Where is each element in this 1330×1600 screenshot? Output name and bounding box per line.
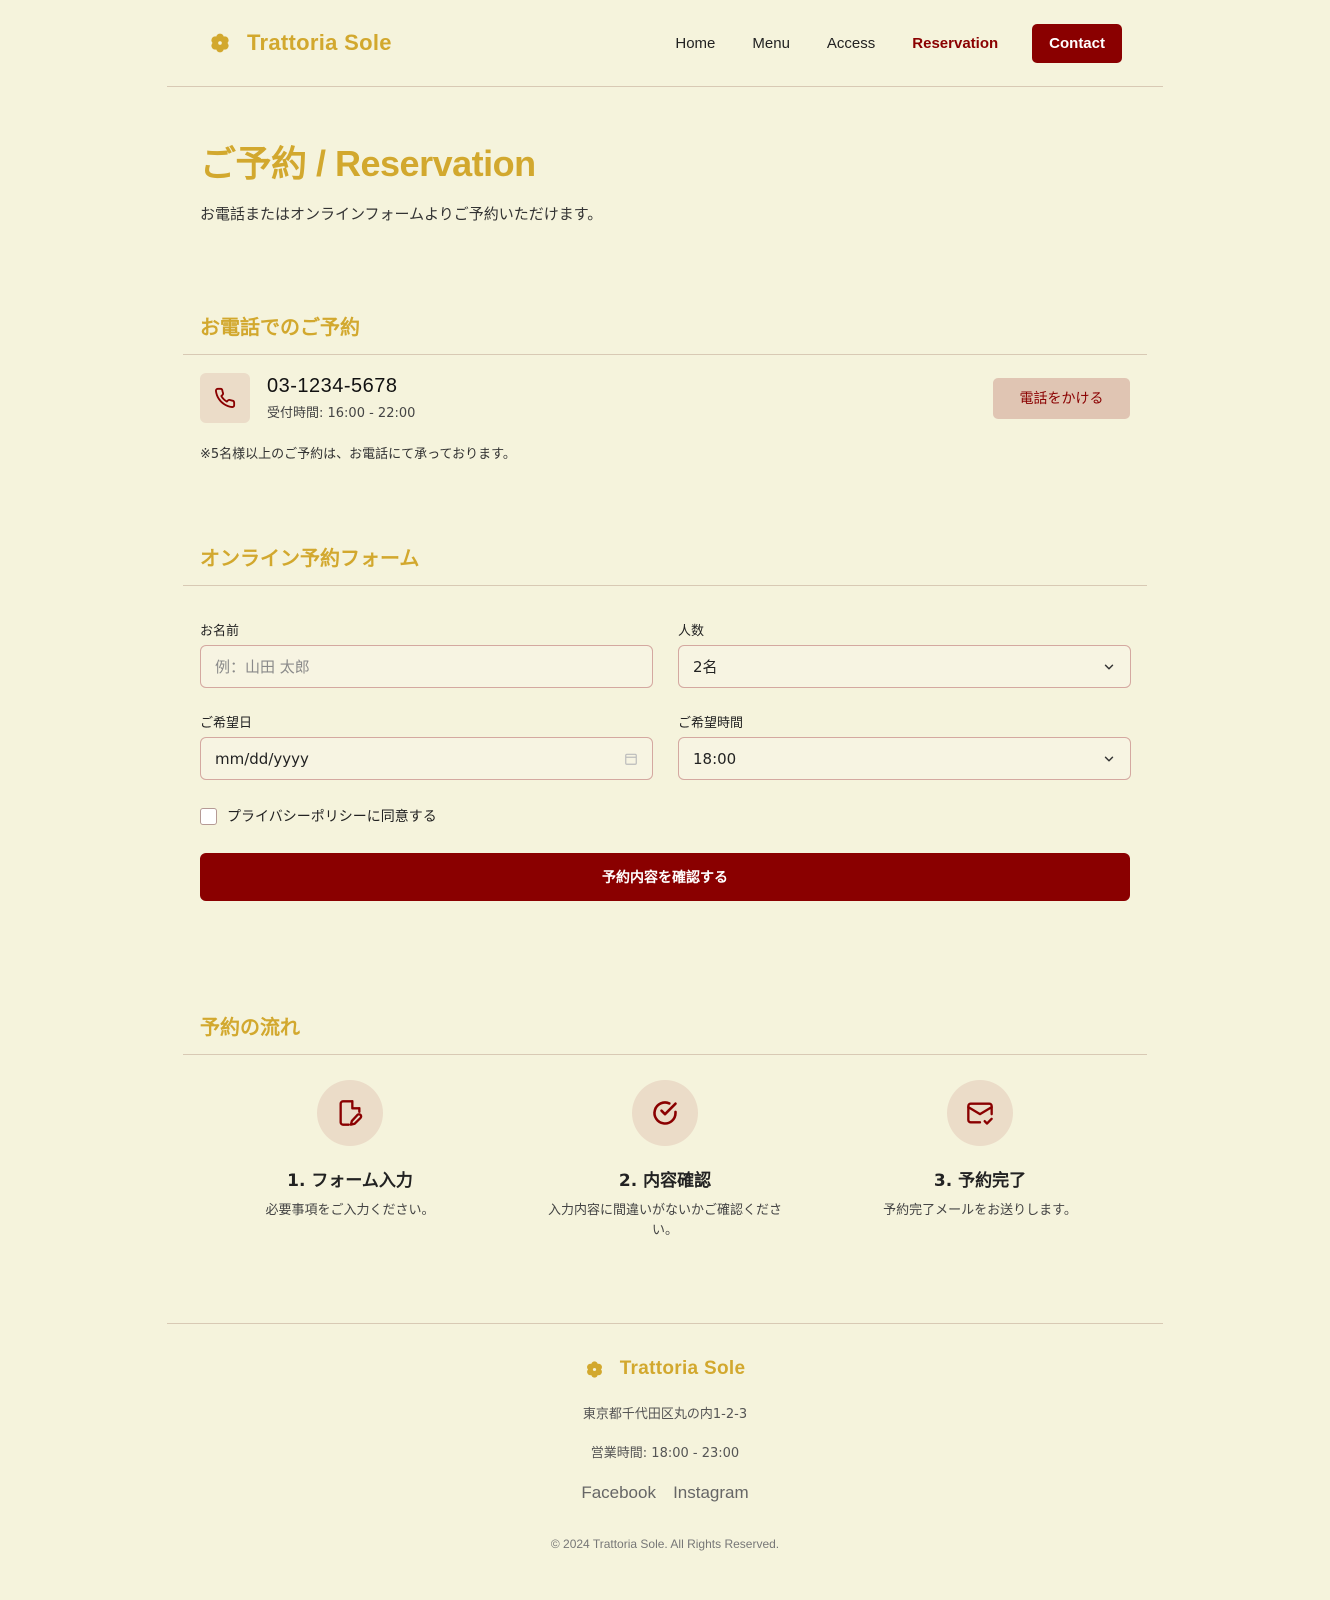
copyright: © 2024 Trattoria Sole. All Rights Reserv… [550,1536,780,1551]
flow-step: 2. 内容確認 入力内容に間違いがないかご確認ください。 [515,1080,815,1241]
phone-note: ※5名様以上のご予約は、お電話にて承っております。 [200,447,516,462]
site-header: Trattoria Sole Home Menu Access Reservat… [167,0,1163,87]
time-select[interactable]: 18:00 [678,737,1131,780]
footer-hours: 営業時間: 18:00 - 23:00 [590,1445,740,1461]
phone-number: 03-1234-5678 [267,375,398,397]
flow-section-title: 予約の流れ [200,1015,300,1039]
step-icon-circle [632,1080,698,1146]
online-reservation-form-section: オンライン予約フォーム お名前 例：山田 太郎 人数 2名 ご希望日 mm/dd… [183,542,1147,901]
step-title: 1. フォーム入力 [287,1171,413,1191]
check-circle-icon [653,1101,677,1125]
nav-menu[interactable]: Menu [752,35,790,52]
flow-steps: 1. フォーム入力 必要事項をご入力ください。 2. 内容確認 入力内容に間違い… [200,1080,1130,1241]
main-content: ご予約 / Reservation お電話またはオンラインフォームよりご予約いた… [167,135,1163,1241]
mail-check-icon [967,1102,993,1125]
guests-label: 人数 [678,624,705,639]
step-desc: 必要事項をご入力ください。 [265,1203,435,1218]
brand-name: Trattoria Sole [247,30,392,55]
time-field-group: ご希望時間 18:00 [678,712,1131,780]
time-label: ご希望時間 [678,716,744,731]
step-desc: 入力内容に間違いがないかご確認ください。 [547,1203,782,1238]
nav-home[interactable]: Home [675,35,715,52]
divider [183,354,1147,355]
divider [183,1054,1147,1055]
date-placeholder: mm/dd/yyyy [215,749,309,768]
step-title: 2. 内容確認 [618,1171,712,1191]
flower-icon [586,1360,602,1378]
flow-step: 3. 予約完了 予約完了メールをお送りします。 [830,1080,1130,1241]
footer-address: 東京都千代田区丸の内1-2-3 [582,1406,748,1422]
name-placeholder: 例：山田 太郎 [215,658,310,676]
instagram-link[interactable]: Instagram [673,1483,749,1502]
privacy-consent-row: プライバシーポリシーに同意する [200,806,1130,826]
date-label: ご希望日 [200,716,253,731]
guests-select[interactable]: 2名 [678,645,1131,688]
flower-icon [211,33,229,53]
date-field-group: ご希望日 mm/dd/yyyy [200,712,653,780]
page-title: ご予約 / Reservation [200,143,536,184]
page-container: Trattoria Sole Home Menu Access Reservat… [167,0,1163,1551]
step-desc: 予約完了メールをお送りします。 [883,1203,1077,1218]
reservation-flow-section: 予約の流れ 1. フォーム入力 必要事項をご入力ください。 2. 内容確認 入力… [183,1011,1147,1241]
step-icon-circle [947,1080,1013,1146]
phone-reservation-section: お電話でのご予約 03-1234-5678 受付時間: 16:00 - 22:0… [183,311,1147,462]
phone-icon [215,387,236,408]
chevron-down-icon [1104,664,1114,669]
privacy-label[interactable]: プライバシーポリシーに同意する [227,806,437,826]
contact-button[interactable]: Contact [1032,23,1122,63]
phone-section-title: お電話でのご予約 [200,315,360,339]
nav-reservation[interactable]: Reservation [912,35,998,52]
date-input[interactable]: mm/dd/yyyy [200,737,653,780]
privacy-checkbox[interactable] [200,807,217,825]
footer-logo: Trattoria Sole [585,1358,746,1380]
site-footer: Trattoria Sole 東京都千代田区丸の内1-2-3 営業時間: 18:… [167,1323,1163,1551]
guests-value: 2名 [693,658,718,676]
nav-access[interactable]: Access [827,35,875,52]
call-button[interactable]: 電話をかける [993,377,1130,419]
step-title: 3. 予約完了 [933,1171,1027,1191]
page-lead: お電話またはオンラインフォームよりご予約いただけます。 [200,205,603,223]
social-links: Facebook Instagram [167,1483,1163,1503]
name-label: お名前 [200,624,240,639]
step-icon-circle [317,1080,383,1146]
facebook-link[interactable]: Facebook [581,1483,656,1502]
chevron-down-icon [1104,756,1114,761]
reservation-form: お名前 例：山田 太郎 人数 2名 ご希望日 mm/dd/yyyy ご希望時間 … [200,620,1131,804]
name-field-group: お名前 例：山田 太郎 [200,620,653,688]
confirm-reservation-button[interactable]: 予約内容を確認する [200,853,1130,901]
divider [183,585,1147,586]
form-section-title: オンライン予約フォーム [200,546,420,570]
footer-brand-name: Trattoria Sole [619,1358,746,1379]
phone-hours: 受付時間: 16:00 - 22:00 [267,406,416,421]
calendar-icon[interactable] [624,752,638,766]
main-nav: Home Menu Access Reservation Contact [638,23,1122,63]
phone-text: 03-1234-5678 受付時間: 16:00 - 22:00 [267,375,993,421]
phone-icon-box [200,373,250,423]
phone-row: 03-1234-5678 受付時間: 16:00 - 22:00 電話をかける [200,373,1130,423]
flow-step: 1. フォーム入力 必要事項をご入力ください。 [200,1080,500,1241]
document-edit-icon [339,1100,363,1126]
time-value: 18:00 [693,749,737,768]
logo[interactable]: Trattoria Sole [209,30,392,56]
guests-field-group: 人数 2名 [678,620,1131,688]
name-input[interactable]: 例：山田 太郎 [200,645,653,688]
